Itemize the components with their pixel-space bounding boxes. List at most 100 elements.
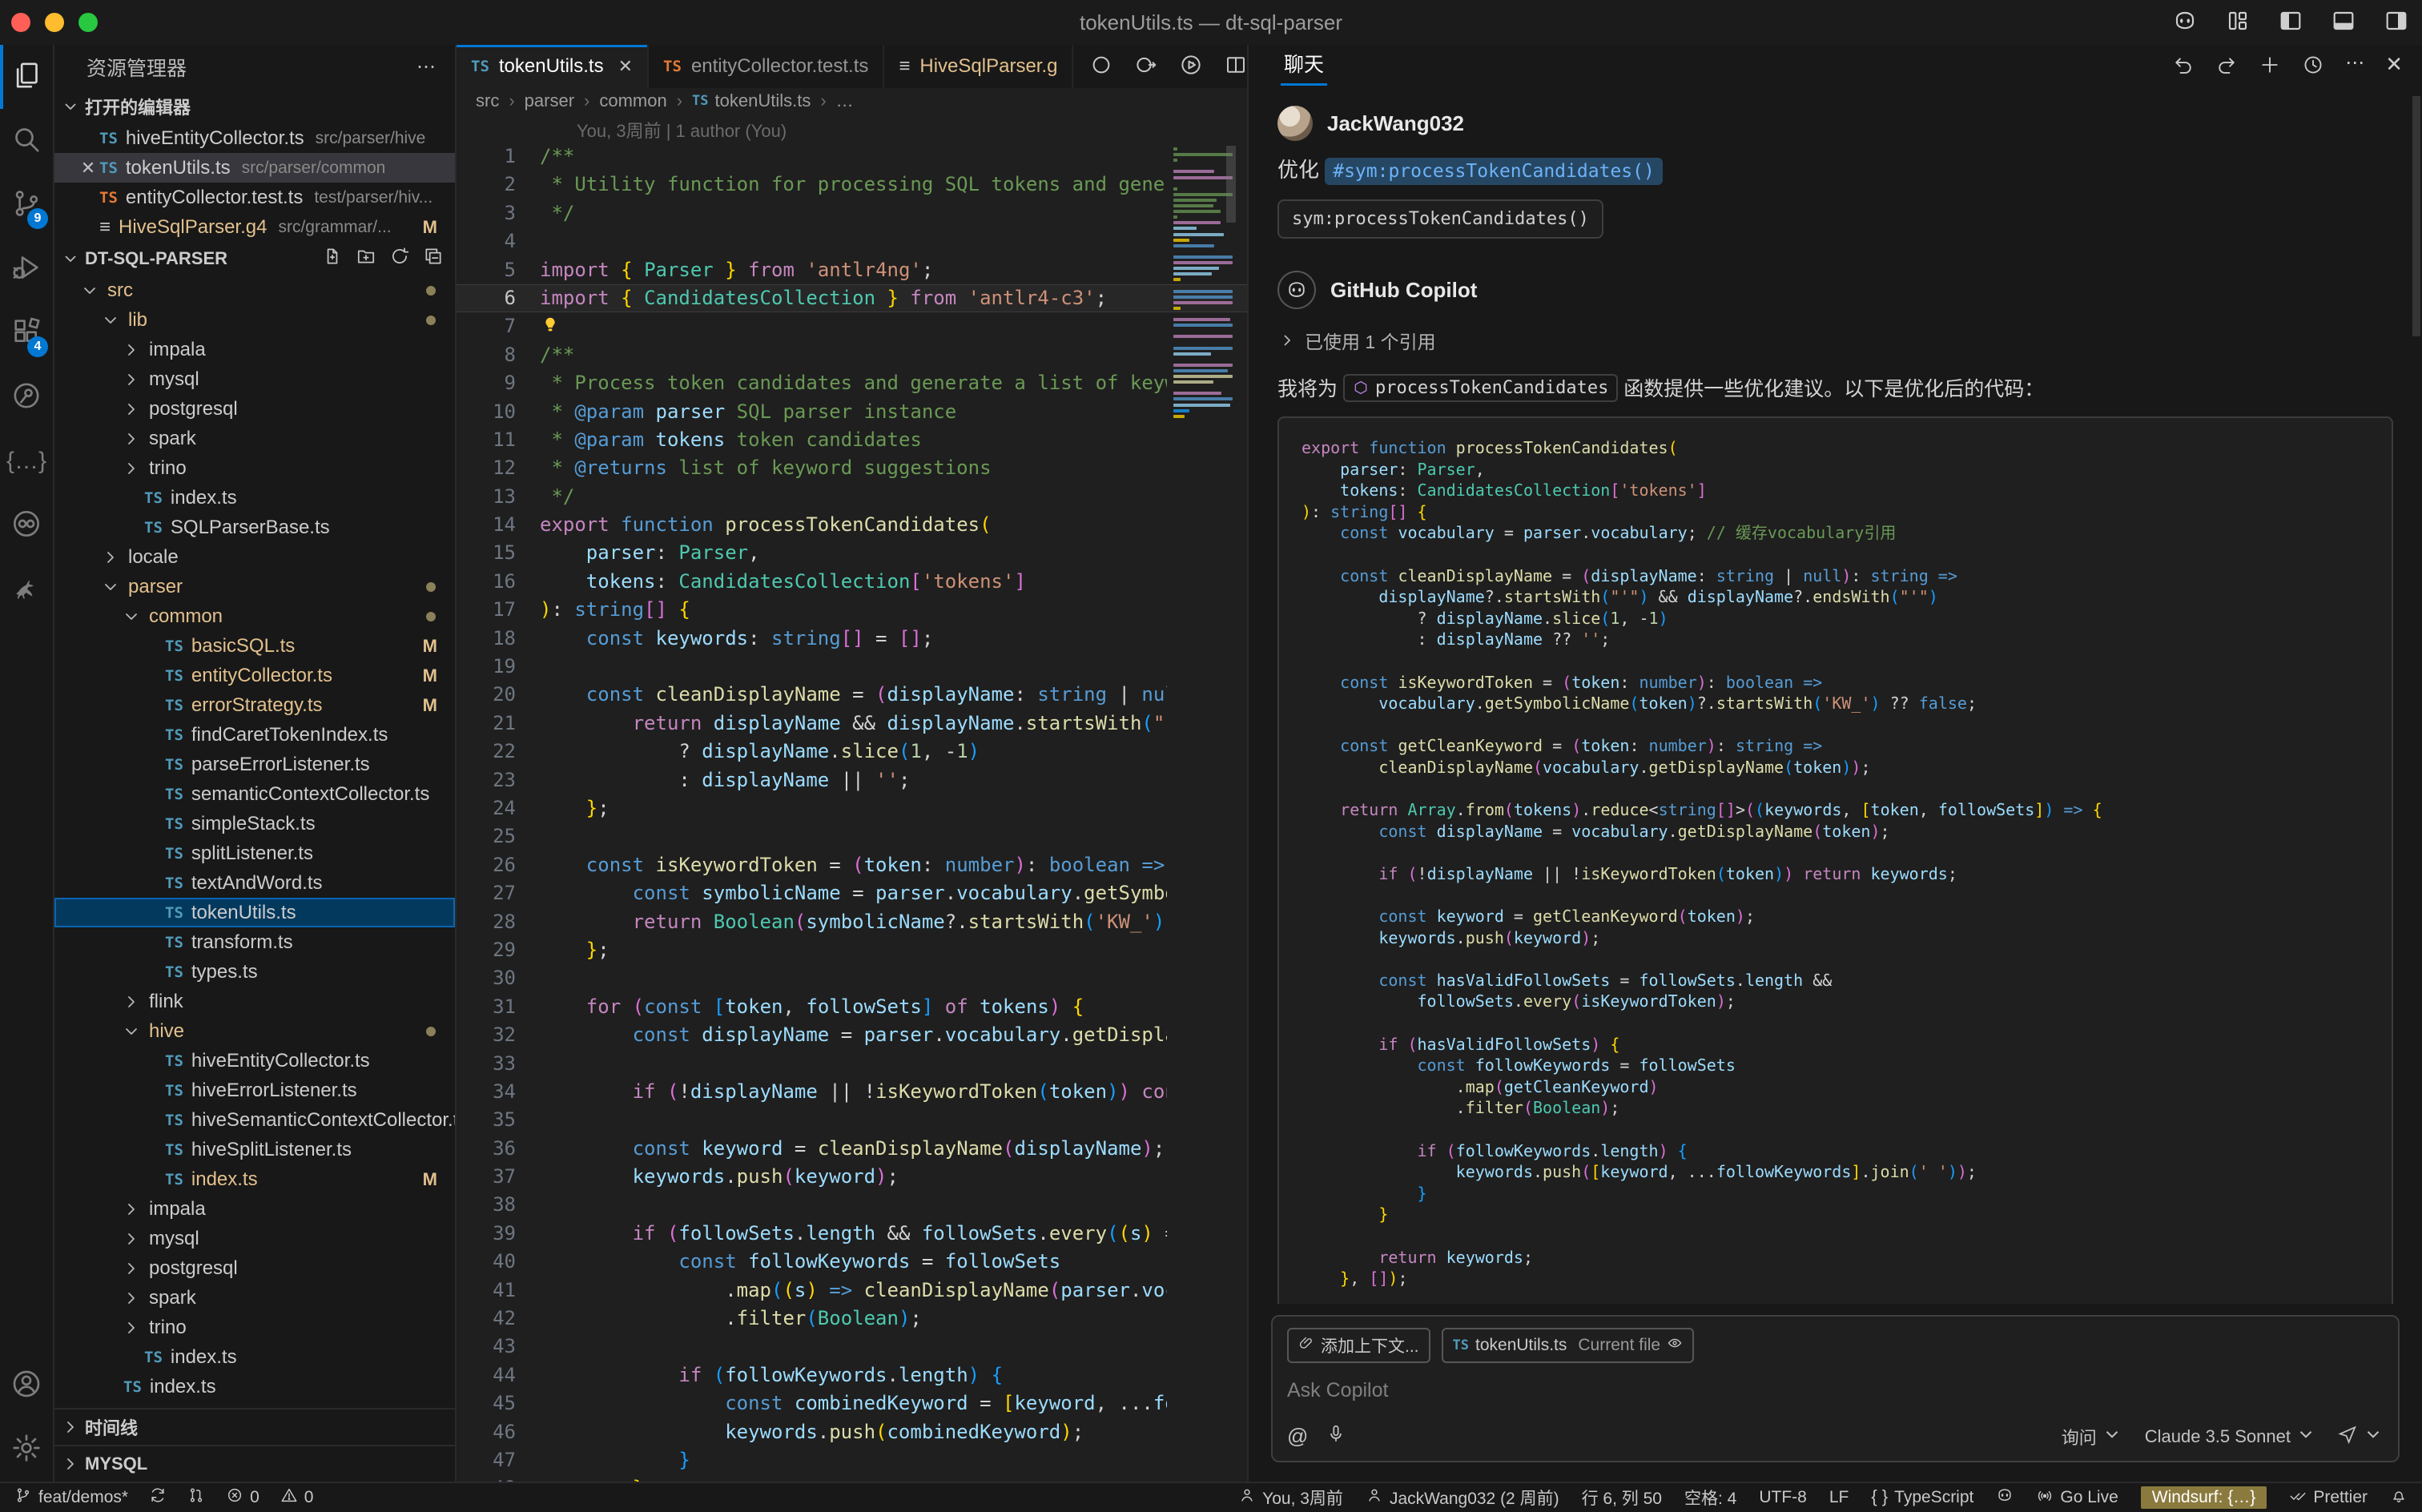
activity-accounts[interactable] bbox=[0, 1353, 53, 1418]
mode-dropdown[interactable]: 询问 bbox=[2062, 1424, 2122, 1450]
tree-item[interactable]: locale bbox=[54, 542, 455, 572]
tree-item[interactable]: TShiveSemanticContextCollector.ts bbox=[54, 1105, 455, 1135]
activity-explorer[interactable] bbox=[0, 45, 53, 109]
tree-item[interactable]: impala bbox=[54, 335, 455, 364]
panel-right-icon[interactable] bbox=[2384, 8, 2409, 38]
symbol-chip[interactable]: processTokenCandidates bbox=[1343, 374, 1618, 402]
tree-item[interactable]: parser bbox=[54, 572, 455, 601]
tree-item[interactable]: TSindex.tsM bbox=[54, 1164, 455, 1194]
breadcrumb-item[interactable]: parser bbox=[525, 90, 574, 111]
activity-continue[interactable] bbox=[0, 493, 53, 557]
tree-item[interactable]: TSbasicSQL.tsM bbox=[54, 631, 455, 661]
open-editors-header[interactable]: 打开的编辑器 bbox=[54, 90, 455, 123]
refresh-icon[interactable] bbox=[389, 246, 410, 271]
new-folder-icon[interactable] bbox=[356, 246, 376, 271]
lightbulb-icon[interactable] bbox=[540, 315, 561, 337]
new-file-icon[interactable] bbox=[322, 246, 343, 271]
activity-kangaroo[interactable] bbox=[0, 557, 53, 621]
status-item[interactable] bbox=[149, 1486, 167, 1509]
tree-item[interactable]: trino bbox=[54, 453, 455, 483]
status-item[interactable] bbox=[1996, 1486, 2014, 1509]
tree-item[interactable]: spark bbox=[54, 1283, 455, 1313]
status-item[interactable] bbox=[187, 1486, 205, 1509]
status-item[interactable]: JackWang032 (2 周前) bbox=[1366, 1486, 1559, 1510]
tree-item[interactable]: trino bbox=[54, 1313, 455, 1342]
editor-scrollbar[interactable] bbox=[1226, 146, 1236, 223]
redo-icon[interactable] bbox=[2215, 54, 2238, 80]
tree-item[interactable]: TSsemanticContextCollector.ts bbox=[54, 779, 455, 809]
status-item[interactable]: UTF-8 bbox=[1759, 1488, 1807, 1507]
status-item[interactable]: 0 bbox=[226, 1486, 260, 1509]
tree-item[interactable]: TSindex.ts bbox=[54, 483, 455, 513]
tree-item[interactable]: postgresql bbox=[54, 394, 455, 424]
activity-settings[interactable] bbox=[0, 1418, 53, 1482]
send-button[interactable] bbox=[2337, 1424, 2384, 1450]
tree-item[interactable]: TSerrorStrategy.tsM bbox=[54, 690, 455, 720]
open-editor-item[interactable]: TShiveEntityCollector.tssrc/parser/hive bbox=[54, 123, 455, 153]
tree-item[interactable]: TShiveErrorListener.ts bbox=[54, 1076, 455, 1105]
status-item[interactable]: { }TypeScript bbox=[1871, 1488, 1973, 1507]
status-item[interactable]: 空格: 4 bbox=[1684, 1486, 1736, 1510]
tree-item[interactable]: TSSQLParserBase.ts bbox=[54, 513, 455, 542]
references-toggle[interactable]: 已使用 1 个引用 bbox=[1277, 327, 2393, 354]
activity-extensions[interactable]: 4 bbox=[0, 301, 53, 365]
open-editor-item[interactable]: ≡HiveSqlParser.g4src/grammar/...M bbox=[54, 212, 455, 242]
undo-icon[interactable] bbox=[2172, 54, 2195, 80]
activity-database[interactable] bbox=[0, 365, 53, 429]
sidebar-section-MYSQL[interactable]: MYSQL bbox=[54, 1445, 455, 1482]
tree-item[interactable]: test bbox=[54, 1401, 455, 1408]
tree-item[interactable]: TStextAndWord.ts bbox=[54, 868, 455, 898]
current-file-chip[interactable]: TS tokenUtils.ts Current file bbox=[1442, 1328, 1695, 1363]
traffic-minimize-button[interactable] bbox=[45, 13, 64, 32]
tab-chat[interactable]: 聊天 bbox=[1284, 49, 1324, 84]
chat-scrollbar[interactable] bbox=[2412, 96, 2420, 336]
activity-run-debug[interactable] bbox=[0, 237, 53, 301]
play-circle-icon[interactable] bbox=[1179, 53, 1203, 81]
chat-input-placeholder[interactable]: Ask Copilot bbox=[1287, 1379, 2384, 1402]
close-icon[interactable]: ✕ bbox=[2385, 54, 2403, 80]
tree-item[interactable]: lib bbox=[54, 305, 455, 335]
breadcrumb-item[interactable]: common bbox=[599, 90, 666, 111]
code-editor[interactable]: 1/**2 * Utility function for processing … bbox=[457, 143, 1247, 1482]
tree-item[interactable]: impala bbox=[54, 1194, 455, 1224]
breadcrumb-file[interactable]: tokenUtils.ts bbox=[715, 90, 811, 111]
breadcrumb[interactable]: src›parser›common›TStokenUtils.ts›… bbox=[457, 88, 1247, 114]
status-item[interactable]: 0 bbox=[280, 1486, 314, 1509]
circle-arrow-icon[interactable] bbox=[1134, 53, 1158, 81]
attachment-chip[interactable]: sym:processTokenCandidates() bbox=[1277, 199, 1603, 239]
status-item[interactable]: 行 6, 列 50 bbox=[1582, 1486, 1662, 1510]
tree-item[interactable]: TStransform.ts bbox=[54, 927, 455, 957]
close-icon[interactable]: ✕ bbox=[618, 56, 633, 77]
tree-item[interactable]: TStypes.ts bbox=[54, 957, 455, 987]
mic-icon[interactable] bbox=[1326, 1423, 1346, 1450]
status-item[interactable]: LF bbox=[1829, 1488, 1849, 1507]
open-editor-item[interactable]: TSentityCollector.test.tstest/parser/hiv… bbox=[54, 183, 455, 212]
tree-item[interactable]: TSfindCaretTokenIndex.ts bbox=[54, 720, 455, 750]
minimap[interactable] bbox=[1172, 143, 1236, 1482]
editor-tab[interactable]: TStokenUtils.ts✕ bbox=[457, 45, 649, 88]
status-item[interactable]: Windsurf: {…} bbox=[2141, 1486, 2267, 1509]
chat-messages[interactable]: JackWang032 优化 #sym:processTokenCandidat… bbox=[1249, 88, 2422, 1304]
sidebar-more-actions-icon[interactable]: ⋯ bbox=[416, 58, 436, 77]
close-icon[interactable]: ✕ bbox=[77, 158, 99, 179]
tree-item[interactable]: mysql bbox=[54, 1224, 455, 1253]
project-section-header[interactable]: DT-SQL-PARSER bbox=[54, 242, 455, 275]
activity-source-control[interactable]: 9 bbox=[0, 173, 53, 237]
tree-item[interactable]: TSindex.ts bbox=[54, 1342, 455, 1372]
tree-item[interactable]: TShiveSplitListener.ts bbox=[54, 1135, 455, 1164]
breadcrumb-item[interactable]: src bbox=[476, 90, 499, 111]
copilot-icon[interactable] bbox=[2172, 8, 2198, 38]
add-context-chip[interactable]: 添加上下文... bbox=[1287, 1328, 1430, 1363]
tree-item[interactable]: hive bbox=[54, 1016, 455, 1046]
editor-tab[interactable]: ≡HiveSqlParser.g bbox=[884, 45, 1073, 88]
chat-code-block[interactable]: export function processTokenCandidates( … bbox=[1277, 416, 2393, 1304]
status-item[interactable]: You, 3周前 bbox=[1238, 1486, 1343, 1510]
tree-item[interactable]: src bbox=[54, 275, 455, 305]
layout-icon[interactable] bbox=[2225, 8, 2251, 38]
tree-item[interactable]: common bbox=[54, 601, 455, 631]
status-item[interactable]: feat/demos* bbox=[14, 1486, 128, 1509]
editor-tab[interactable]: TSentityCollector.test.ts bbox=[649, 45, 884, 88]
tree-item[interactable]: spark bbox=[54, 424, 455, 453]
panel-bottom-icon[interactable] bbox=[2331, 8, 2356, 38]
tree-item[interactable]: TSparseErrorListener.ts bbox=[54, 750, 455, 779]
